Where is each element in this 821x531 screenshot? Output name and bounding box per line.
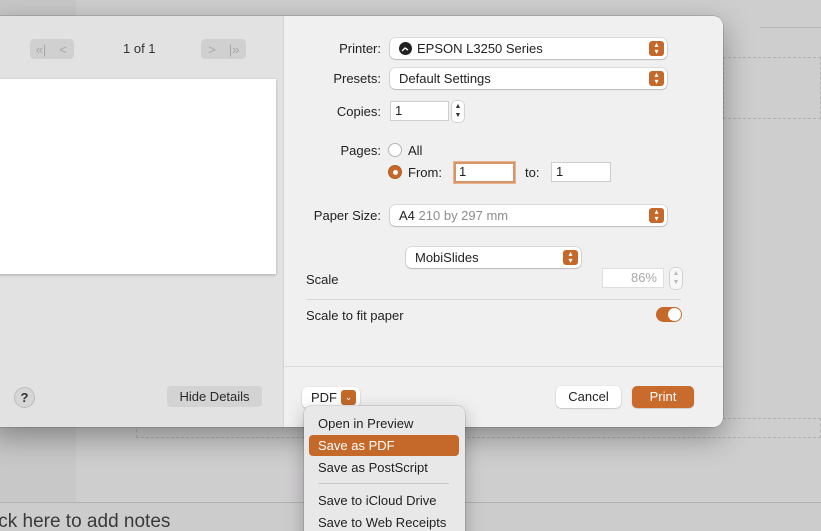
copies-label: Copies:: [336, 104, 381, 119]
notes-placeholder: ick here to add notes: [0, 511, 171, 531]
last-page-button[interactable]: |»: [223, 42, 245, 57]
app-section-select[interactable]: MobiSlides ▴ ▾: [406, 247, 581, 268]
slide-placeholder-box: [723, 57, 821, 119]
print-button[interactable]: Print: [632, 386, 694, 408]
pages-from-radio[interactable]: [388, 165, 402, 179]
paper-size-detail: 210 by 297 mm: [418, 208, 509, 223]
print-dialog: «| < 1 of 1 > |» ? Hide Details Printer:…: [0, 16, 723, 427]
app-section-value: MobiSlides: [415, 250, 479, 265]
copies-field[interactable]: 1: [390, 101, 449, 121]
printer-select[interactable]: EPSON L3250 Series ▴ ▾: [390, 38, 667, 59]
up-down-chevron-icon: ▴ ▾: [649, 41, 664, 56]
pages-to-field[interactable]: 1: [551, 162, 611, 182]
paper-size-label: Paper Size:: [313, 208, 381, 223]
page-nav-back: «| <: [30, 39, 74, 59]
chevron-down-icon: ⌄: [341, 390, 356, 405]
up-down-chevron-icon: ▴ ▾: [649, 208, 664, 223]
pdf-menu-button[interactable]: PDF ⌄: [302, 387, 360, 408]
footer-divider: [284, 366, 723, 367]
up-down-chevron-icon: ▴ ▾: [563, 250, 578, 265]
printer-label: Printer:: [339, 41, 381, 56]
previous-page-button[interactable]: <: [52, 42, 74, 57]
scale-to-fit-label: Scale to fit paper: [306, 308, 404, 323]
paper-size-value: A4: [399, 208, 415, 223]
up-down-chevron-icon: ▴ ▾: [649, 71, 664, 86]
menu-item-save-as-pdf[interactable]: Save as PDF: [309, 435, 459, 456]
pdf-dropdown-menu: Open in Preview Save as PDF Save as Post…: [304, 406, 465, 531]
pdf-button-label: PDF: [311, 390, 337, 405]
presets-label: Presets:: [333, 71, 381, 86]
menu-item-save-to-icloud[interactable]: Save to iCloud Drive: [309, 490, 459, 511]
scale-divider: [306, 299, 681, 300]
menu-separator: [318, 483, 449, 484]
next-page-button[interactable]: >: [201, 42, 223, 57]
scale-field[interactable]: 86%: [602, 268, 664, 288]
pages-to-label: to:: [525, 165, 540, 180]
help-button[interactable]: ?: [14, 387, 35, 408]
pages-all-label: All: [408, 143, 423, 158]
pages-from-field[interactable]: 1: [454, 162, 515, 183]
scale-label: Scale: [306, 272, 339, 287]
printer-value: EPSON L3250 Series: [417, 41, 543, 56]
cancel-button[interactable]: Cancel: [556, 386, 621, 408]
presets-select[interactable]: Default Settings ▴ ▾: [390, 68, 667, 89]
menu-item-open-in-preview[interactable]: Open in Preview: [309, 413, 459, 434]
page-nav-forward: > |»: [201, 39, 246, 59]
slide-header-line: [760, 0, 821, 28]
menu-item-save-as-postscript[interactable]: Save as PostScript: [309, 457, 459, 478]
printer-status-icon: [399, 42, 412, 55]
settings-pane: Printer: EPSON L3250 Series ▴ ▾ Presets: …: [283, 16, 723, 427]
scale-stepper[interactable]: ▲ ▼: [670, 268, 682, 289]
menu-item-save-to-web-receipts[interactable]: Save to Web Receipts: [309, 512, 459, 531]
pages-all-radio[interactable]: [388, 143, 402, 157]
page-count: 1 of 1: [123, 41, 156, 56]
preview-pane: «| < 1 of 1 > |» ? Hide Details: [0, 16, 283, 427]
hide-details-button[interactable]: Hide Details: [167, 386, 262, 407]
scale-to-fit-toggle[interactable]: [656, 307, 682, 322]
pages-label: Pages:: [340, 143, 381, 158]
presets-value: Default Settings: [399, 71, 491, 86]
copies-stepper[interactable]: ▲ ▼: [452, 101, 464, 122]
paper-size-select[interactable]: A4 210 by 297 mm ▴ ▾: [390, 205, 667, 226]
pages-from-label: From:: [408, 165, 442, 180]
first-page-button[interactable]: «|: [30, 42, 52, 57]
page-preview: [0, 79, 276, 274]
